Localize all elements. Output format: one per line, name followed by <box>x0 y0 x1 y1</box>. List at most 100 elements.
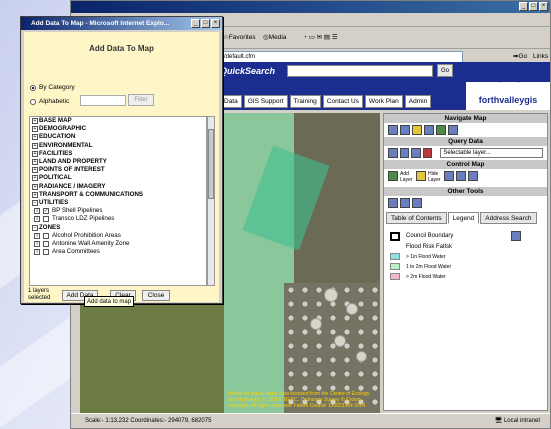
tree-label: Transco LDZ Pipelines <box>52 215 115 223</box>
favorites-button[interactable]: ☆Favorites <box>223 31 256 45</box>
minimize-icon[interactable]: _ <box>519 2 528 11</box>
layer-info-icon[interactable]: i <box>34 232 40 239</box>
status-bar: Scale:- 1:13,232 Coordinates:- 294079, 6… <box>71 413 550 428</box>
zoom-out-icon[interactable] <box>400 125 410 135</box>
close-button[interactable]: Close <box>142 290 170 301</box>
tree-category[interactable]: + DEMOGRAPHIC <box>30 125 206 133</box>
tab-address-search[interactable]: Address Search <box>480 212 537 224</box>
hide-layer-icon[interactable] <box>416 171 426 181</box>
export-icon[interactable] <box>412 198 422 208</box>
tree-category-expanded[interactable]: − UTILITIES <box>30 199 206 207</box>
legend-label: 1 to 2m Flood Water <box>406 263 452 270</box>
map-copyright: Based on digital raster data licensed fr… <box>228 391 370 409</box>
layer-checkbox[interactable] <box>43 240 49 247</box>
legend-refresh-icon[interactable] <box>511 231 522 241</box>
tree-category[interactable]: + FACILITIES <box>30 150 206 158</box>
layer-info-icon[interactable]: i <box>34 216 40 223</box>
globe-icon[interactable] <box>436 125 446 135</box>
legend-swatch <box>390 273 400 280</box>
media-button[interactable]: ◎Media <box>263 31 286 45</box>
measure-icon[interactable] <box>422 148 433 158</box>
history-icon[interactable]: ◔ ▭ ✉ ▤ ☰ <box>303 31 338 45</box>
layer-order-icon[interactable] <box>444 171 454 181</box>
selectable-layer-dropdown[interactable]: Selectable layer... <box>440 148 544 158</box>
tree-layer[interactable]: i Area Committees <box>30 248 206 256</box>
save-icon[interactable] <box>388 198 398 208</box>
tab-admin[interactable]: Admin <box>404 95 432 108</box>
map-tank <box>324 288 338 302</box>
minimize-icon[interactable]: _ <box>191 19 200 28</box>
tab-work-plan[interactable]: Work Plan <box>364 95 403 108</box>
tab-training[interactable]: Training <box>289 95 321 108</box>
tree-label: Antonine Wall Amenity Zone <box>52 239 130 247</box>
full-extent-icon[interactable] <box>424 125 434 135</box>
site-nav-tabs: Data GIS Support Training Contact Us Wor… <box>220 95 432 108</box>
legend-item: Council Boundary <box>390 231 541 241</box>
add-layer-icon[interactable] <box>388 171 398 181</box>
by-category-radio[interactable]: By Category <box>30 84 75 91</box>
tree-category[interactable]: + POINTS OF INTEREST <box>30 166 206 174</box>
refresh-icon[interactable] <box>468 171 478 181</box>
layer-checkbox[interactable] <box>43 232 49 239</box>
legend-item: > 2m Flood Water <box>390 273 541 280</box>
tab-data[interactable]: Data <box>220 95 242 108</box>
tree-category[interactable]: + EDUCATION <box>30 133 206 141</box>
legend-label: > 1in Flood Water <box>406 253 446 260</box>
close-icon[interactable]: × <box>539 2 548 11</box>
tree-layer[interactable]: i Alcohol Prohibition Areas <box>30 232 206 240</box>
favorites-label: Favorites <box>228 34 256 41</box>
layer-checkbox[interactable]: ✓ <box>43 208 49 215</box>
add-layer-button[interactable]: Add Layer <box>400 171 414 185</box>
tab-gis-support[interactable]: GIS Support <box>243 95 288 108</box>
alphabetic-radio[interactable]: Alphabetic <box>30 98 69 105</box>
select-icon[interactable] <box>399 148 410 158</box>
hide-layer-button[interactable]: Hide Layer <box>428 171 442 185</box>
legend-swatch <box>390 263 400 270</box>
tab-table-of-contents[interactable]: Table of Contents <box>386 212 447 224</box>
control-map-header: Control Map <box>384 160 547 169</box>
close-icon[interactable]: × <box>211 19 220 28</box>
dialog-window-controls: _ □ × <box>191 19 220 28</box>
tree-category[interactable]: + RADIANCE / IMAGERY <box>30 183 206 191</box>
expand-icon: + <box>32 183 38 190</box>
quicksearch-input[interactable] <box>287 65 433 77</box>
layer-checkbox[interactable] <box>43 216 49 223</box>
tree-layer[interactable]: i Transco LDZ Pipelines <box>30 215 206 223</box>
layer-checkbox[interactable] <box>43 249 49 256</box>
tree-category[interactable]: + POLITICAL <box>30 174 206 182</box>
tree-category[interactable]: + TRANSPORT & COMMUNICATIONS <box>30 191 206 199</box>
tree-layer[interactable]: i ✓ BP Shell Pipelines <box>30 207 206 215</box>
zoom-previous-icon[interactable] <box>448 125 458 135</box>
tree-label: DEMOGRAPHIC <box>39 125 87 133</box>
filter-input[interactable] <box>80 95 126 106</box>
browser-title-bar <box>71 1 550 13</box>
scrollbar-thumb[interactable] <box>208 129 214 199</box>
info-icon[interactable] <box>388 148 398 158</box>
tree-scrollbar[interactable] <box>207 116 215 286</box>
legend-item: > 1in Flood Water <box>390 253 541 260</box>
zoom-in-icon[interactable] <box>388 125 398 135</box>
tab-contact-us[interactable]: Contact Us <box>322 95 363 108</box>
media-label: Media <box>268 34 287 41</box>
quicksearch-label: QuickSearch <box>220 66 276 76</box>
print-icon[interactable] <box>456 171 466 181</box>
layer-info-icon[interactable]: i <box>34 249 40 256</box>
tree-category[interactable]: + BASE MAP <box>30 117 206 125</box>
expand-icon: + <box>32 118 38 125</box>
layer-info-icon[interactable]: i <box>34 240 40 247</box>
email-icon[interactable] <box>400 198 410 208</box>
tab-legend[interactable]: Legend <box>447 212 480 224</box>
filter-button[interactable]: Filter <box>128 94 154 106</box>
expand-icon: + <box>32 167 38 174</box>
quicksearch-go-button[interactable]: Go <box>437 64 453 77</box>
tree-category[interactable]: + LAND AND PROPERTY <box>30 158 206 166</box>
find-icon[interactable] <box>411 148 421 158</box>
tree-category[interactable]: + ENVIRONMENTAL <box>30 142 206 150</box>
maximize-icon[interactable]: □ <box>529 2 538 11</box>
maximize-icon[interactable]: □ <box>201 19 210 28</box>
map-view[interactable]: Based on digital raster data licensed fr… <box>224 113 380 413</box>
tree-category-expanded[interactable]: − ZONES <box>30 223 206 231</box>
tree-layer[interactable]: i Antonine Wall Amenity Zone <box>30 240 206 248</box>
pan-icon[interactable] <box>412 125 422 135</box>
layer-info-icon[interactable]: i <box>34 208 40 215</box>
